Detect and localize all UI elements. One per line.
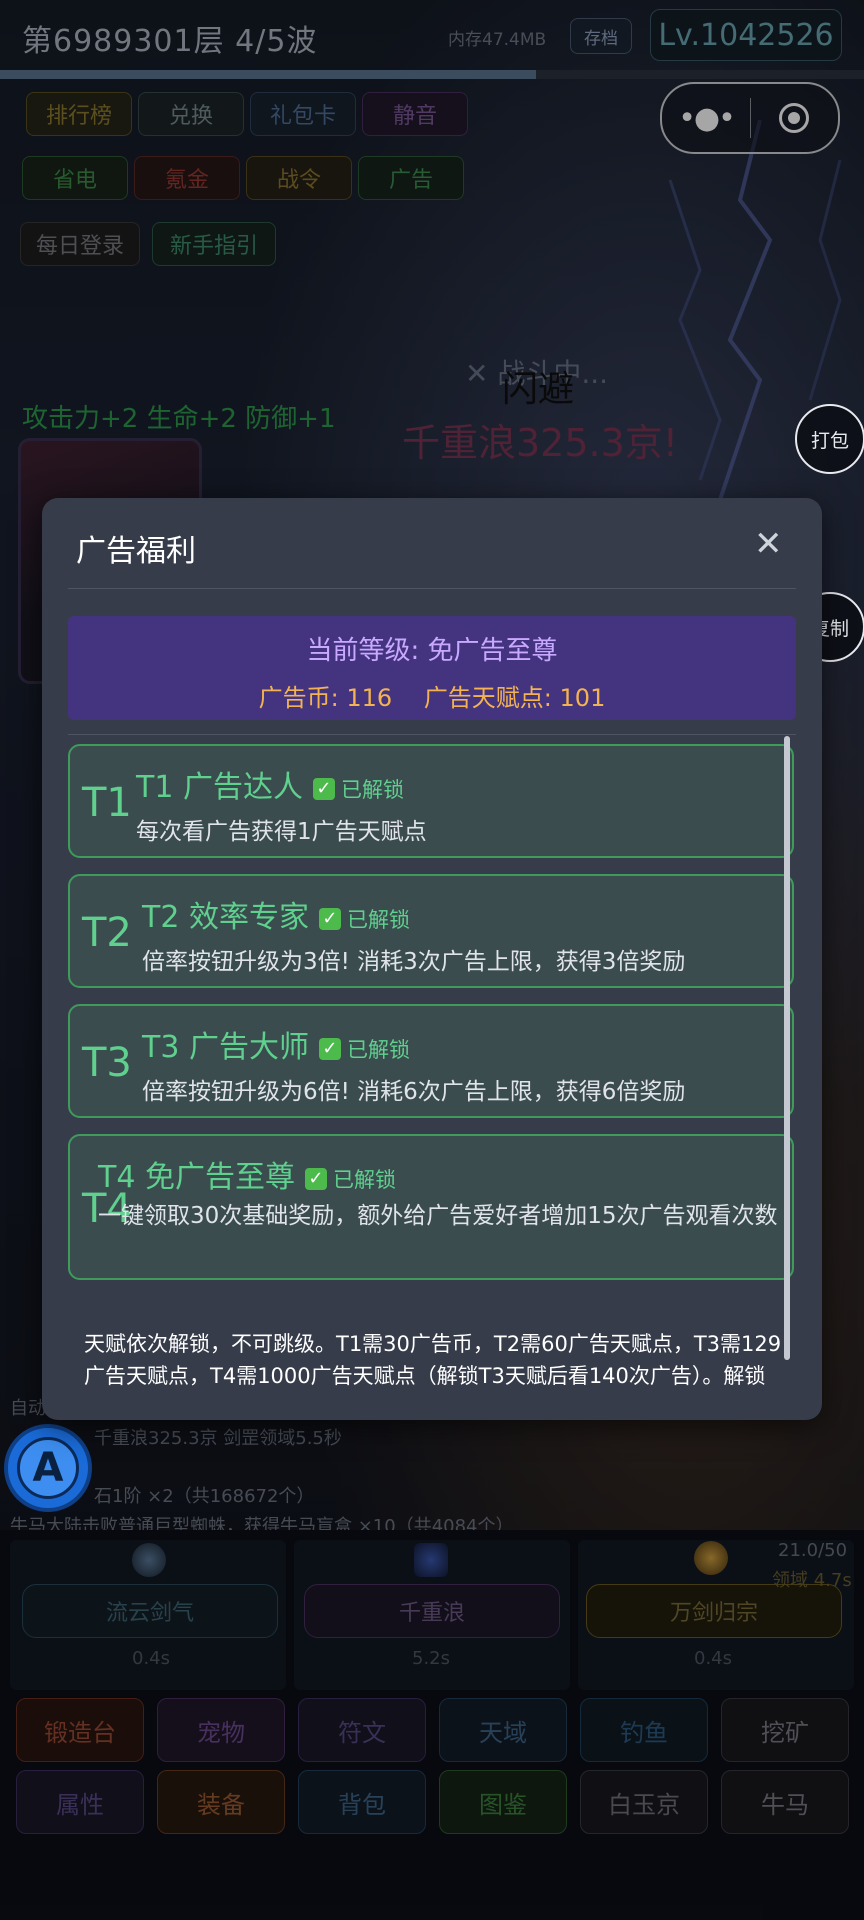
talent-card[interactable]: T4 T4 免广告至尊 ✓ 已解锁 一键领取30次基础奖励，额外给广告爱好者增加15…: [68, 1134, 794, 1280]
assistant-badge-icon[interactable]: A: [4, 1424, 92, 1512]
talent-list[interactable]: T1 T1 广告达人 ✓ 已解锁 每次看广告获得1广告天赋点 T2 T2 效率专家 ✓…: [68, 738, 798, 1388]
talent-name: T4 免广告至尊 ✓ 已解锁: [98, 1152, 396, 1196]
talent-card[interactable]: T3 T3 广告大师 ✓ 已解锁 倍率按钮升级为6倍! 消耗6次广告上限，获得6倍奖…: [68, 1004, 794, 1118]
close-icon[interactable]: ✕: [754, 524, 783, 564]
ad-currency-stats: 广告币: 116 广告天赋点: 101: [68, 678, 796, 713]
talent-name: T1 广告达人 ✓ 已解锁: [136, 762, 404, 806]
talent-description: 每次看广告获得1广告天赋点: [136, 819, 427, 845]
unlock-rules-note: 天赋依次解锁，不可跳级。T1需30广告币，T2需60广告天赋点，T3需129广告…: [84, 1332, 782, 1388]
talent-title: T3 广告大师: [142, 1030, 309, 1065]
talent-title: T4 免广告至尊: [98, 1160, 295, 1195]
talent-status: 已解锁: [346, 907, 410, 932]
assistant-badge-letter: A: [17, 1437, 79, 1499]
talent-status: 已解锁: [340, 777, 404, 802]
talent-code: T3: [82, 1040, 132, 1086]
ad-points-value: 广告天赋点: 101: [423, 684, 606, 712]
talent-title: T2 效率专家: [142, 900, 309, 935]
talent-title: T1 广告达人: [136, 770, 303, 805]
talent-name: T3 广告大师 ✓ 已解锁: [142, 1022, 410, 1066]
talent-status: 已解锁: [332, 1167, 396, 1192]
checkmark-icon: ✓: [318, 1037, 341, 1060]
divider: [68, 734, 796, 735]
checkmark-icon: ✓: [312, 777, 335, 800]
pack-button[interactable]: 打包: [795, 404, 864, 474]
ad-coins-value: 广告币: 116: [258, 684, 393, 712]
current-tier-text: 当前等级: 免广告至尊: [306, 636, 558, 666]
talent-description: 倍率按钮升级为6倍! 消耗6次广告上限，获得6倍奖励: [142, 1079, 686, 1105]
talent-description: 一键领取30次基础奖励，额外给广告爱好者增加15次广告观看次数: [98, 1203, 778, 1229]
divider: [68, 588, 796, 589]
talent-code: T2: [82, 910, 132, 956]
talent-name: T2 效率专家 ✓ 已解锁: [142, 892, 410, 936]
modal-title: 广告福利: [76, 534, 196, 569]
talent-description: 倍率按钮升级为3倍! 消耗3次广告上限，获得3倍奖励: [142, 949, 686, 975]
ad-benefits-modal: 广告福利 ✕ 当前等级: 免广告至尊 广告币: 116 广告天赋点: 101 T…: [42, 498, 822, 1420]
talent-code: T1: [82, 780, 132, 826]
talent-status: 已解锁: [346, 1037, 410, 1062]
scrollbar[interactable]: [784, 736, 790, 1360]
talent-card[interactable]: T1 T1 广告达人 ✓ 已解锁 每次看广告获得1广告天赋点: [68, 744, 794, 858]
talent-card[interactable]: T2 T2 效率专家 ✓ 已解锁 倍率按钮升级为3倍! 消耗3次广告上限，获得3倍奖…: [68, 874, 794, 988]
checkmark-icon: ✓: [304, 1167, 327, 1190]
tier-banner: 当前等级: 免广告至尊 广告币: 116 广告天赋点: 101: [68, 616, 796, 720]
checkmark-icon: ✓: [318, 907, 341, 930]
